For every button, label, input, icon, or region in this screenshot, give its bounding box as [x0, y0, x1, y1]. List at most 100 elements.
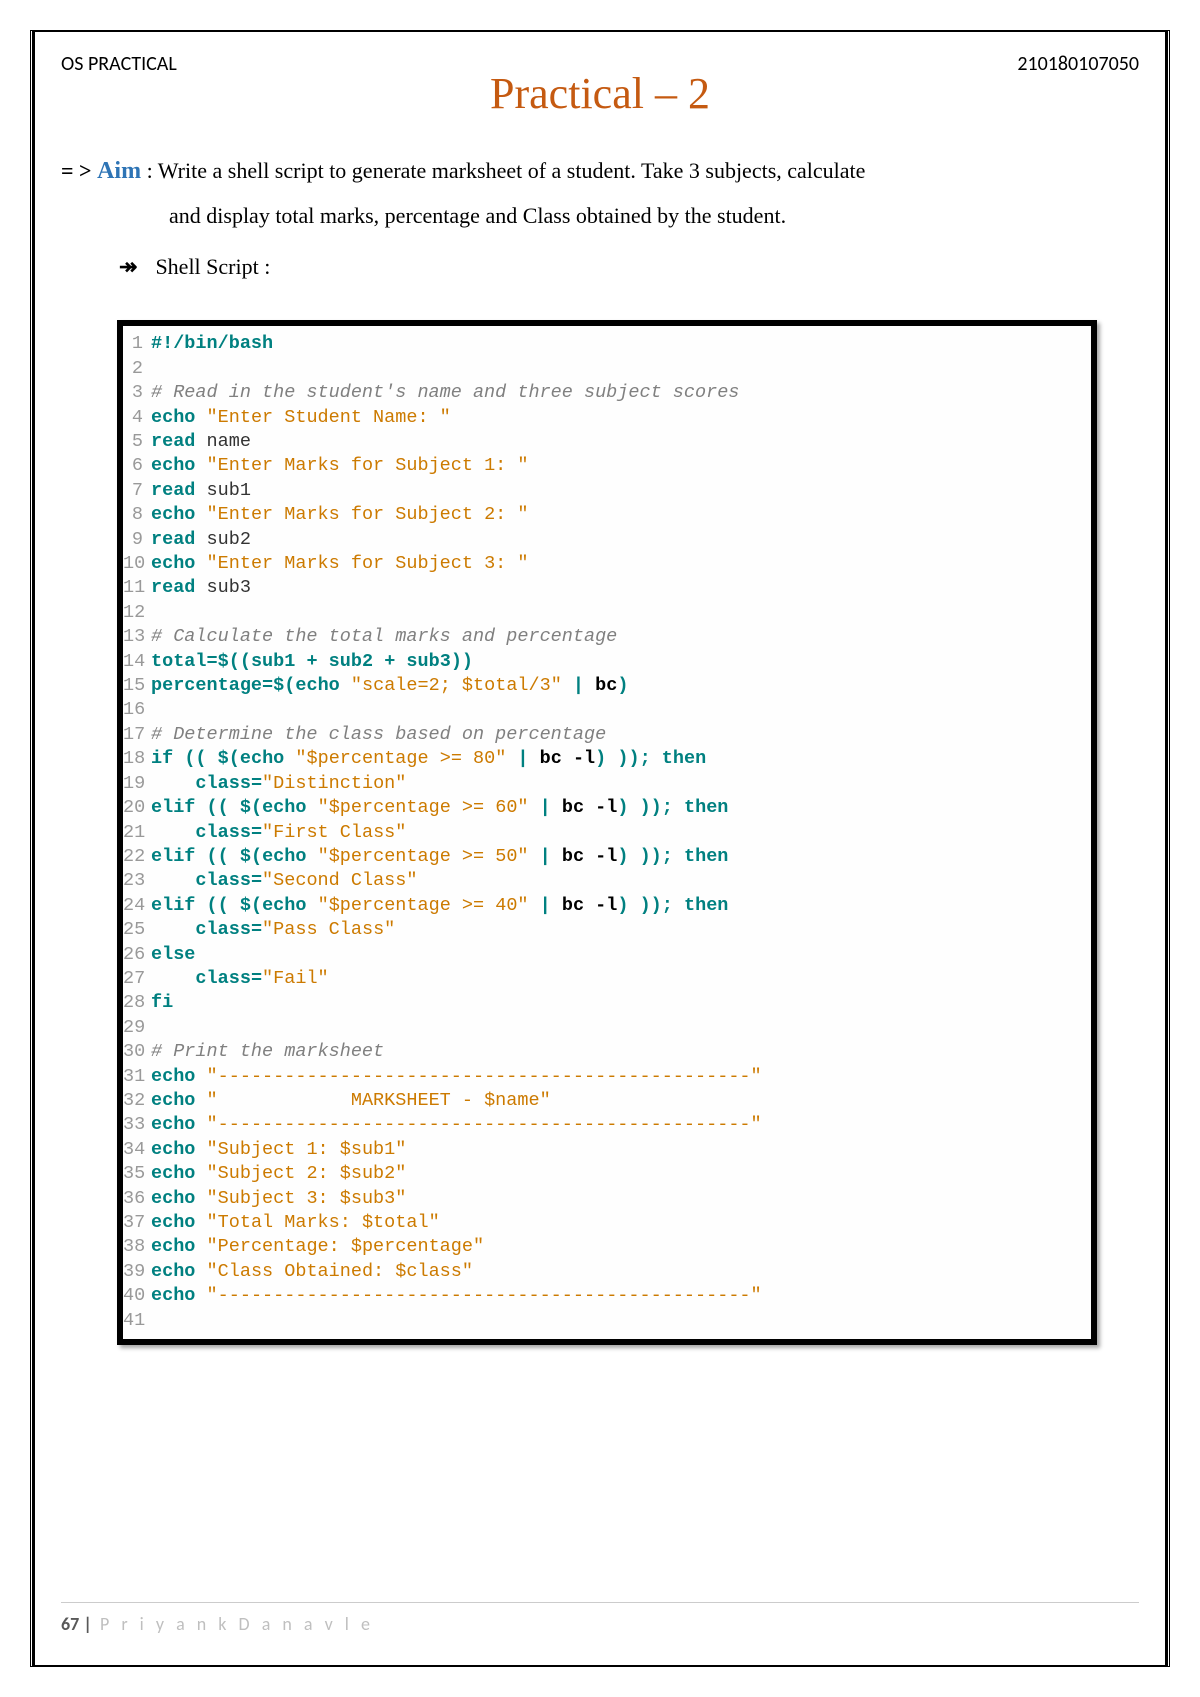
line-number: 32: [123, 1089, 151, 1113]
line-number: 20: [123, 796, 151, 820]
page-number: 67 |: [61, 1613, 92, 1635]
code-content: echo "Enter Marks for Subject 1: ": [151, 454, 1091, 478]
code-content: class="Fail": [151, 967, 1091, 991]
line-number: 16: [123, 698, 151, 722]
code-content: class="Pass Class": [151, 918, 1091, 942]
shell-script-label: Shell Script :: [155, 254, 270, 279]
code-content: [151, 357, 1091, 381]
line-number: 19: [123, 772, 151, 796]
line-number: 1: [123, 332, 151, 356]
code-line: 38echo "Percentage: $percentage": [123, 1235, 1091, 1259]
aim-line-1: = > Aim : Write a shell script to genera…: [61, 149, 1139, 195]
line-number: 22: [123, 845, 151, 869]
code-line: 27 class="Fail": [123, 967, 1091, 991]
code-content: [151, 1016, 1091, 1040]
code-line: 17# Determine the class based on percent…: [123, 723, 1091, 747]
code-line: 14total=$((sub1 + sub2 + sub3)): [123, 650, 1091, 674]
line-number: 18: [123, 747, 151, 771]
bullet-icon: ↠: [119, 254, 137, 279]
code-content: echo " MARKSHEET - $name": [151, 1089, 1091, 1113]
footer-author: P r i y a n k D a n a v l e: [92, 1613, 374, 1635]
line-number: 35: [123, 1162, 151, 1186]
code-content: read sub1: [151, 479, 1091, 503]
line-number: 9: [123, 528, 151, 552]
line-number: 37: [123, 1211, 151, 1235]
code-line: 37echo "Total Marks: $total": [123, 1211, 1091, 1235]
line-number: 13: [123, 625, 151, 649]
code-line: 41: [123, 1309, 1091, 1333]
code-line: 2: [123, 357, 1091, 381]
line-number: 29: [123, 1016, 151, 1040]
code-line: 3# Read in the student's name and three …: [123, 381, 1091, 405]
code-content: [151, 1309, 1091, 1333]
line-number: 17: [123, 723, 151, 747]
line-number: 41: [123, 1309, 151, 1333]
code-line: 39echo "Class Obtained: $class": [123, 1260, 1091, 1284]
line-number: 6: [123, 454, 151, 478]
page-footer: 67 | P r i y a n k D a n a v l e: [61, 1602, 1139, 1635]
code-line: 25 class="Pass Class": [123, 918, 1091, 942]
code-content: elif (( $(echo "$percentage >= 40" | bc …: [151, 894, 1091, 918]
line-number: 3: [123, 381, 151, 405]
code-line: 30# Print the marksheet: [123, 1040, 1091, 1064]
code-line: 19 class="Distinction": [123, 772, 1091, 796]
code-content: echo "Subject 3: $sub3": [151, 1187, 1091, 1211]
code-content: echo "----------------------------------…: [151, 1284, 1091, 1308]
code-line: 33echo "--------------------------------…: [123, 1113, 1091, 1137]
code-content: fi: [151, 991, 1091, 1015]
code-content: read sub2: [151, 528, 1091, 552]
line-number: 14: [123, 650, 151, 674]
code-content: echo "Percentage: $percentage": [151, 1235, 1091, 1259]
code-content: percentage=$(echo "scale=2; $total/3" | …: [151, 674, 1091, 698]
code-line: 26else: [123, 943, 1091, 967]
code-line: 9read sub2: [123, 528, 1091, 552]
code-content: # Read in the student's name and three s…: [151, 381, 1091, 405]
line-number: 39: [123, 1260, 151, 1284]
code-line: 34echo "Subject 1: $sub1": [123, 1138, 1091, 1162]
line-number: 25: [123, 918, 151, 942]
code-line: 35echo "Subject 2: $sub2": [123, 1162, 1091, 1186]
line-number: 15: [123, 674, 151, 698]
line-number: 11: [123, 576, 151, 600]
code-line: 15percentage=$(echo "scale=2; $total/3" …: [123, 674, 1091, 698]
code-content: echo "Subject 1: $sub1": [151, 1138, 1091, 1162]
code-content: if (( $(echo "$percentage >= 80" | bc -l…: [151, 747, 1091, 771]
code-content: # Calculate the total marks and percenta…: [151, 625, 1091, 649]
aim-colon: :: [141, 158, 158, 183]
header-right: 210180107050: [1017, 52, 1139, 76]
code-line: 18if (( $(echo "$percentage >= 80" | bc …: [123, 747, 1091, 771]
code-block: 1#!/bin/bash23# Read in the student's na…: [117, 320, 1097, 1345]
code-line: 4echo "Enter Student Name: ": [123, 406, 1091, 430]
line-number: 30: [123, 1040, 151, 1064]
code-line: 6echo "Enter Marks for Subject 1: ": [123, 454, 1091, 478]
code-line: 28fi: [123, 991, 1091, 1015]
line-number: 31: [123, 1065, 151, 1089]
page-title: Practical – 2: [61, 68, 1139, 119]
code-content: echo "----------------------------------…: [151, 1113, 1091, 1137]
code-content: total=$((sub1 + sub2 + sub3)): [151, 650, 1091, 674]
code-content: echo "----------------------------------…: [151, 1065, 1091, 1089]
code-content: echo "Enter Student Name: ": [151, 406, 1091, 430]
line-number: 24: [123, 894, 151, 918]
code-line: 21 class="First Class": [123, 821, 1091, 845]
page-frame: OS PRACTICAL 210180107050 Practical – 2 …: [30, 30, 1170, 1667]
code-content: echo "Enter Marks for Subject 3: ": [151, 552, 1091, 576]
line-number: 40: [123, 1284, 151, 1308]
code-content: echo "Subject 2: $sub2": [151, 1162, 1091, 1186]
code-content: read sub3: [151, 576, 1091, 600]
shell-script-heading: ↠ Shell Script :: [61, 254, 1139, 280]
line-number: 21: [123, 821, 151, 845]
line-number: 7: [123, 479, 151, 503]
code-content: else: [151, 943, 1091, 967]
code-line: 11read sub3: [123, 576, 1091, 600]
line-number: 36: [123, 1187, 151, 1211]
code-content: echo "Total Marks: $total": [151, 1211, 1091, 1235]
line-number: 2: [123, 357, 151, 381]
code-line: 1#!/bin/bash: [123, 332, 1091, 356]
code-content: # Print the marksheet: [151, 1040, 1091, 1064]
line-number: 38: [123, 1235, 151, 1259]
aim-line-2: and display total marks, percentage and …: [61, 195, 1139, 237]
line-number: 10: [123, 552, 151, 576]
line-number: 28: [123, 991, 151, 1015]
line-number: 26: [123, 943, 151, 967]
